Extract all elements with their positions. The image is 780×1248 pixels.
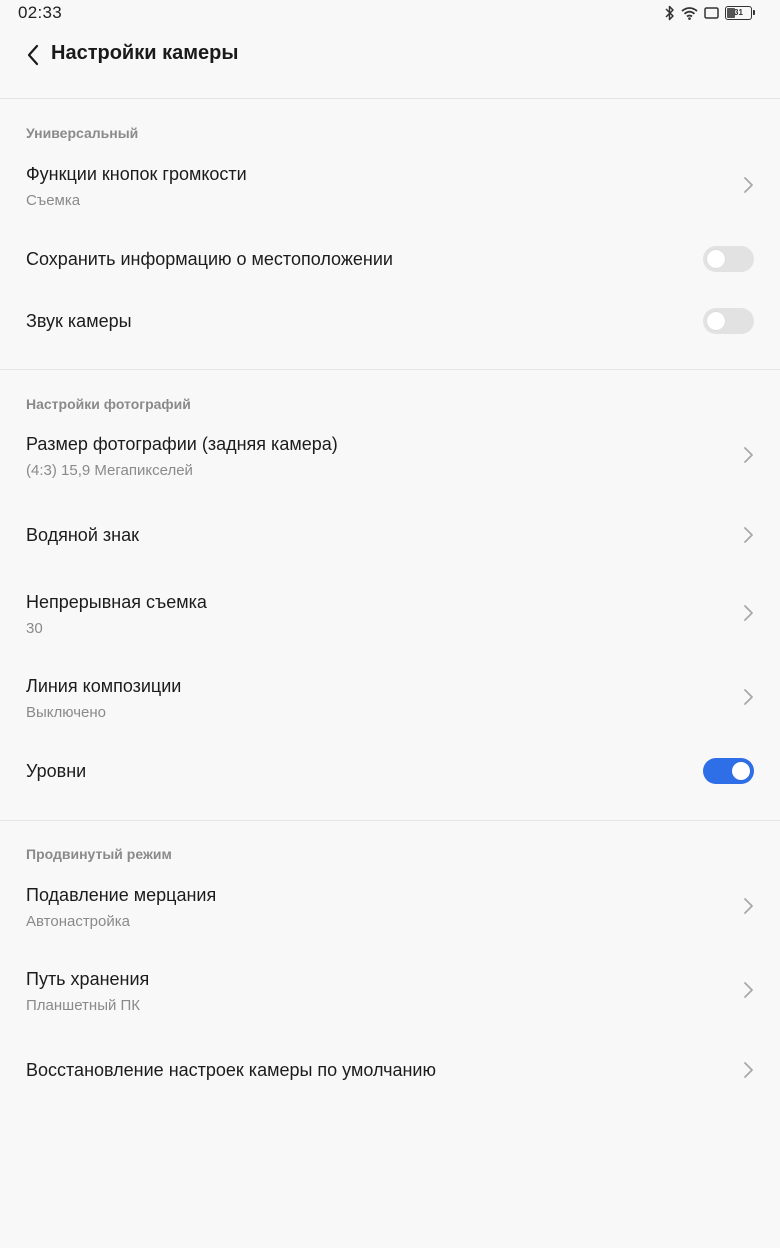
battery-icon: 31 (725, 6, 755, 20)
page-title: Настройки камеры (51, 42, 239, 64)
back-button[interactable] (20, 40, 46, 70)
camera-sound-toggle[interactable] (703, 308, 754, 334)
battery-level: 31 (734, 8, 743, 17)
storage-path-value: Планшетный ПК (26, 997, 141, 1014)
app-header: Настройки камеры (0, 26, 780, 99)
burst-title: Непрерывная съемка (26, 592, 207, 612)
level-title: Уровни (26, 761, 87, 781)
camera-sound-title: Звук камеры (26, 311, 132, 331)
toggle-knob (732, 762, 750, 780)
save-location-setting[interactable]: Сохранить информацию о местоположении (0, 232, 780, 286)
status-bar: 02:33 31 (0, 0, 780, 26)
reset-title: Восстановление настроек камеры по умолча… (26, 1060, 436, 1080)
chevron-right-icon (744, 605, 753, 621)
save-location-title: Сохранить информацию о местоположении (26, 249, 393, 269)
volume-keys-value: Съемка (26, 192, 81, 209)
section-header-advanced: Продвинутый режим (26, 846, 172, 862)
section-divider (0, 820, 780, 821)
chevron-right-icon (744, 447, 753, 463)
chevron-right-icon (744, 177, 753, 193)
storage-path-setting[interactable]: Путь хранения Планшетный ПК (0, 955, 780, 1025)
chevron-right-icon (744, 689, 753, 705)
grid-lines-setting[interactable]: Линия композиции Выключено (0, 662, 780, 732)
section-divider (0, 369, 780, 370)
burst-setting[interactable]: Непрерывная съемка 30 (0, 578, 780, 648)
save-location-toggle[interactable] (703, 246, 754, 272)
burst-value: 30 (26, 620, 43, 637)
volume-keys-setting[interactable]: Функции кнопок громкости Съемка (0, 150, 780, 220)
chevron-right-icon (744, 1062, 753, 1078)
chevron-right-icon (744, 898, 753, 914)
storage-path-title: Путь хранения (26, 969, 150, 989)
anti-flicker-value: Автонастройка (26, 913, 130, 930)
photo-size-title: Размер фотографии (задняя камера) (26, 434, 338, 454)
watermark-setting[interactable]: Водяной знак (0, 508, 780, 562)
reset-camera-settings[interactable]: Восстановление настроек камеры по умолча… (0, 1043, 780, 1097)
chevron-right-icon (744, 527, 753, 543)
anti-flicker-setting[interactable]: Подавление мерцания Автонастройка (0, 871, 780, 941)
section-header-universal: Универсальный (26, 125, 139, 141)
anti-flicker-title: Подавление мерцания (26, 885, 217, 905)
toggle-knob (707, 250, 725, 268)
grid-lines-value: Выключено (26, 704, 106, 721)
chevron-left-icon (27, 44, 39, 66)
bluetooth-icon (665, 5, 675, 21)
toggle-knob (707, 312, 725, 330)
watermark-title: Водяной знак (26, 525, 139, 545)
camera-sound-setting[interactable]: Звук камеры (0, 294, 780, 348)
photo-size-setting[interactable]: Размер фотографии (задняя камера) (4:3) … (0, 420, 780, 490)
screen-rotation-icon (704, 6, 719, 20)
camera-settings-screen: 02:33 31 Настройки камеры Универсальный … (0, 0, 780, 1248)
chevron-right-icon (744, 982, 753, 998)
section-header-photo: Настройки фотографий (26, 396, 191, 412)
photo-size-value: (4:3) 15,9 Мегапикселей (26, 462, 193, 479)
volume-keys-title: Функции кнопок громкости (26, 164, 247, 184)
status-time: 02:33 (18, 3, 63, 22)
level-toggle[interactable] (703, 758, 754, 784)
status-icons: 31 (665, 4, 755, 22)
wifi-icon (681, 6, 698, 20)
level-setting[interactable]: Уровни (0, 744, 780, 798)
grid-lines-title: Линия композиции (26, 676, 182, 696)
